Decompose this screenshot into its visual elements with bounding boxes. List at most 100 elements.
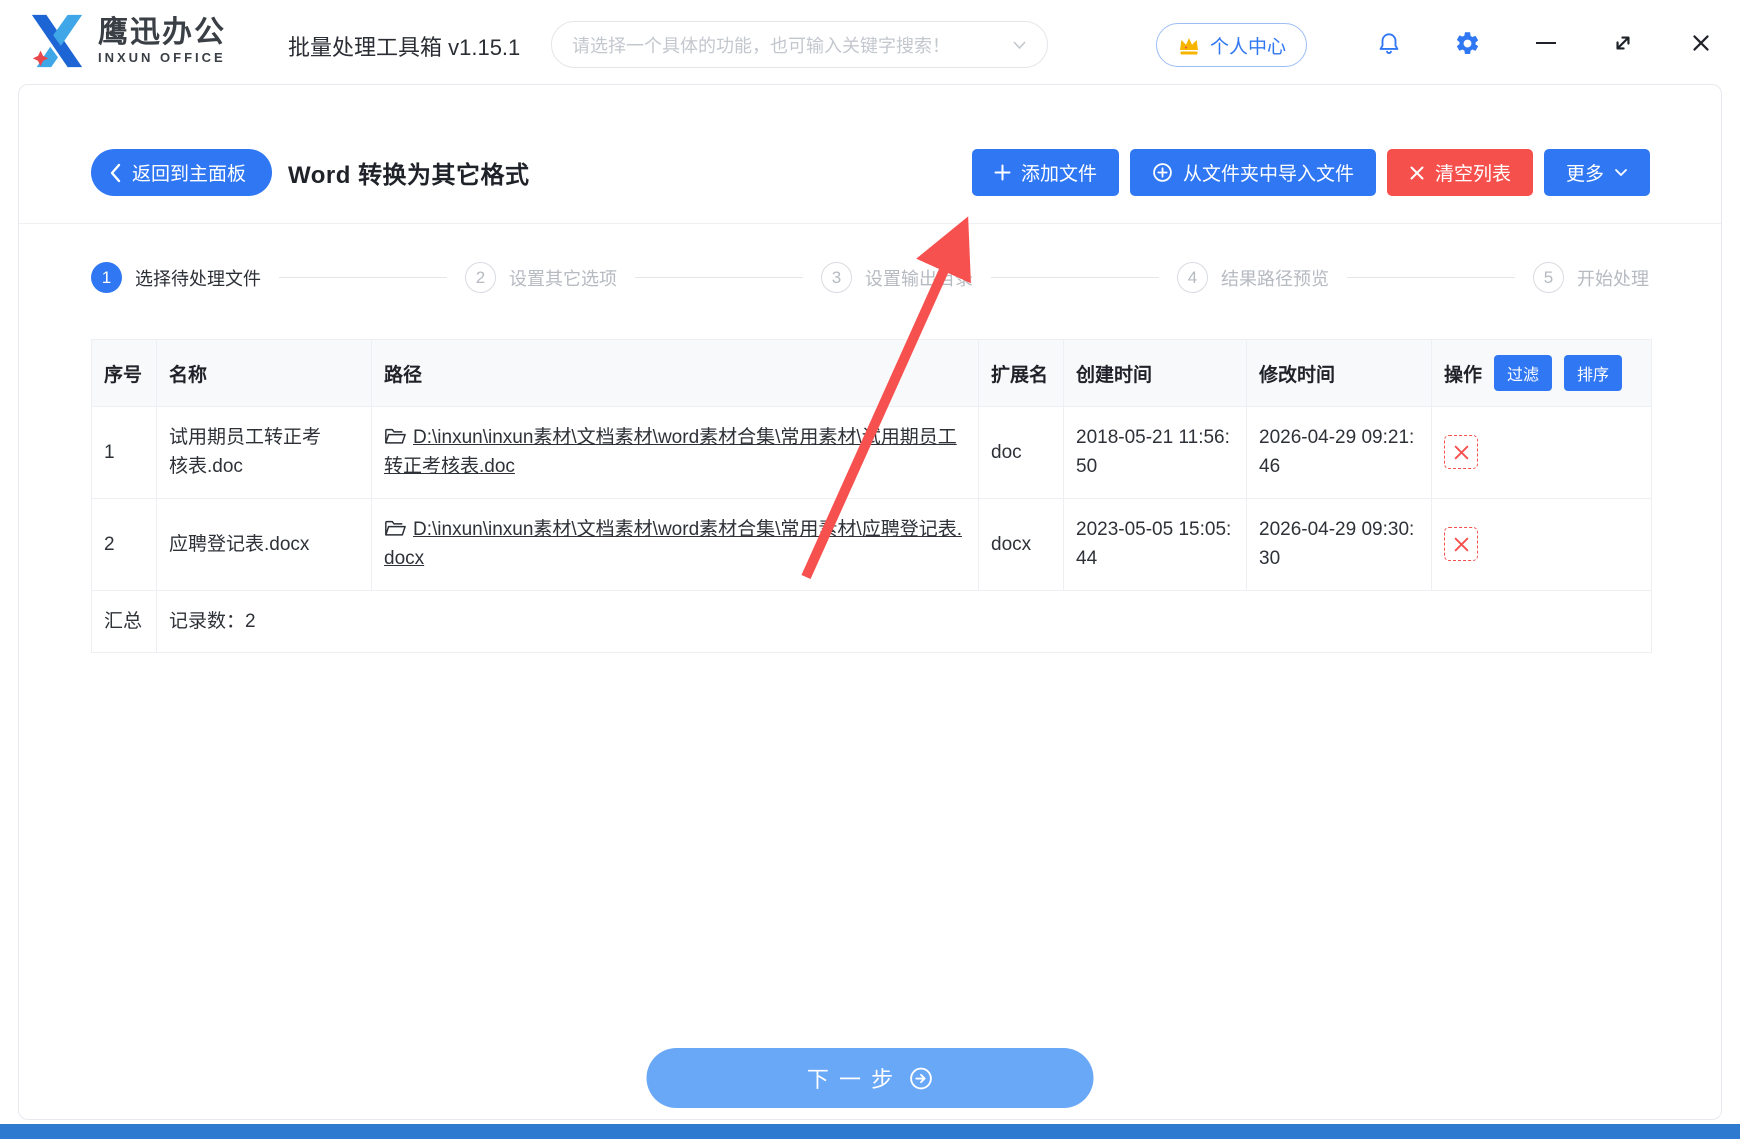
search-placeholder: 请选择一个具体的功能，也可输入关键字搜索！ <box>572 32 1012 58</box>
cell-ext: docx <box>979 498 1064 590</box>
summary-row: 汇总 记录数：2 <box>92 590 1652 652</box>
step-4-label: 结果路径预览 <box>1221 265 1329 291</box>
sort-button[interactable]: 排序 <box>1564 355 1622 391</box>
brand-name-cn: 鹰迅办公 <box>98 17 226 49</box>
brand-name-en: INXUN OFFICE <box>98 50 226 65</box>
table-row: 1 试用期员工转正考核表.doc D:\inxun\inxun素材\文档素材\w… <box>92 407 1652 499</box>
main-panel: 返回到主面板 Word 转换为其它格式 添加文件 从文件夹中导入文件 <box>18 84 1722 1120</box>
gear-icon <box>1454 30 1481 57</box>
background-taskbar <box>0 1124 1740 1139</box>
step-connector <box>991 277 1159 278</box>
step-indicator: 1 选择待处理文件 2 设置其它选项 3 设置输出目录 4 结果路径预览 5 开… <box>91 262 1649 293</box>
cell-name: 试用期员工转正考核表.doc <box>157 407 372 499</box>
brand-logo: 鹰迅办公 INXUN OFFICE <box>28 14 226 68</box>
header-actions-label: 操作 <box>1444 360 1482 387</box>
settings-button[interactable] <box>1452 28 1482 58</box>
notification-bell-button[interactable] <box>1374 28 1404 58</box>
step-4-number: 4 <box>1177 262 1208 293</box>
import-from-folder-button[interactable]: 从文件夹中导入文件 <box>1130 149 1376 196</box>
minimize-icon <box>1536 42 1556 45</box>
bell-icon <box>1376 30 1402 56</box>
header-modified: 修改时间 <box>1247 340 1432 407</box>
x-icon <box>1409 165 1425 181</box>
filter-button[interactable]: 过滤 <box>1494 355 1552 391</box>
minimize-button[interactable] <box>1531 28 1561 58</box>
step-1-number: 1 <box>91 262 122 293</box>
step-3-number: 3 <box>821 262 852 293</box>
header-ext: 扩展名 <box>979 340 1064 407</box>
step-4-result-preview: 4 结果路径预览 <box>1177 262 1329 293</box>
cell-actions <box>1432 407 1652 499</box>
user-center-label: 个人中心 <box>1210 32 1286 59</box>
header-name: 名称 <box>157 340 372 407</box>
expand-icon <box>1611 31 1635 55</box>
inxun-logo-icon <box>28 14 86 68</box>
cell-actions <box>1432 498 1652 590</box>
step-5-number: 5 <box>1533 262 1564 293</box>
cell-modified: 2026-04-29 09:21:46 <box>1247 407 1432 499</box>
step-3-label: 设置输出目录 <box>865 265 973 291</box>
summary-label: 汇总 <box>92 590 157 652</box>
close-button[interactable] <box>1686 28 1716 58</box>
delete-row-button[interactable] <box>1444 435 1478 469</box>
more-label: 更多 <box>1566 159 1604 186</box>
table-row: 2 应聘登记表.docx D:\inxun\inxun素材\文档素材\word素… <box>92 498 1652 590</box>
close-icon <box>1689 31 1713 55</box>
step-1-select-files: 1 选择待处理文件 <box>91 262 261 293</box>
app-window: 鹰迅办公 INXUN OFFICE 批量处理工具箱 v1.15.1 请选择一个具… <box>0 0 1740 1139</box>
delete-row-button[interactable] <box>1444 527 1478 561</box>
cell-index: 1 <box>92 407 157 499</box>
maximize-button[interactable] <box>1608 28 1638 58</box>
plus-icon <box>994 164 1011 181</box>
step-3-output-dir: 3 设置输出目录 <box>821 262 973 293</box>
delete-x-icon <box>1453 536 1470 553</box>
toolbar: 返回到主面板 Word 转换为其它格式 添加文件 从文件夹中导入文件 <box>19 85 1721 196</box>
chevron-down-icon <box>1012 40 1027 50</box>
summary-record-count: 记录数：2 <box>157 590 1652 652</box>
clear-list-button[interactable]: 清空列表 <box>1387 149 1533 196</box>
more-button[interactable]: 更多 <box>1544 149 1650 196</box>
file-path-link[interactable]: D:\inxun\inxun素材\文档素材\word素材合集\常用素材\应聘登记… <box>384 519 962 569</box>
header-actions: 操作 过滤 排序 <box>1432 340 1652 407</box>
chevron-down-icon <box>1614 168 1628 177</box>
search-input[interactable]: 请选择一个具体的功能，也可输入关键字搜索！ <box>551 21 1048 68</box>
crown-icon <box>1177 34 1201 56</box>
step-5-label: 开始处理 <box>1577 265 1649 291</box>
add-files-label: 添加文件 <box>1021 159 1097 186</box>
step-2-number: 2 <box>465 262 496 293</box>
add-files-button[interactable]: 添加文件 <box>972 149 1119 196</box>
cell-name: 应聘登记表.docx <box>157 498 372 590</box>
step-connector <box>1347 277 1515 278</box>
title-bar: 鹰迅办公 INXUN OFFICE 批量处理工具箱 v1.15.1 请选择一个具… <box>0 0 1740 84</box>
file-path-link[interactable]: D:\inxun\inxun素材\文档素材\word素材合集\常用素材\试用期员… <box>384 427 957 477</box>
clear-list-label: 清空列表 <box>1435 159 1511 186</box>
table-header-row: 序号 名称 路径 扩展名 创建时间 修改时间 操作 过滤 排序 <box>92 340 1652 407</box>
header-created: 创建时间 <box>1064 340 1247 407</box>
back-to-dashboard-button[interactable]: 返回到主面板 <box>91 149 272 196</box>
user-center-button[interactable]: 个人中心 <box>1156 23 1307 67</box>
folder-icon <box>384 427 406 446</box>
chevron-left-icon <box>109 163 122 183</box>
cell-modified: 2026-04-29 09:30:30 <box>1247 498 1432 590</box>
cell-created: 2023-05-05 15:05:44 <box>1064 498 1247 590</box>
step-connector <box>279 277 447 278</box>
next-step-label: 下 一 步 <box>807 1062 895 1094</box>
step-2-label: 设置其它选项 <box>509 265 617 291</box>
step-1-label: 选择待处理文件 <box>135 265 261 291</box>
toolbar-actions: 添加文件 从文件夹中导入文件 清空列表 更多 <box>972 149 1650 196</box>
folder-icon <box>384 519 406 538</box>
circle-arrow-right-icon <box>908 1066 933 1091</box>
back-button-label: 返回到主面板 <box>132 159 246 186</box>
next-step-button[interactable]: 下 一 步 <box>647 1048 1094 1108</box>
header-index: 序号 <box>92 340 157 407</box>
cell-index: 2 <box>92 498 157 590</box>
step-connector <box>635 277 803 278</box>
app-title: 批量处理工具箱 v1.15.1 <box>288 30 520 62</box>
cell-ext: doc <box>979 407 1064 499</box>
header-path: 路径 <box>372 340 979 407</box>
step-2-options: 2 设置其它选项 <box>465 262 617 293</box>
cell-created: 2018-05-21 11:56:50 <box>1064 407 1247 499</box>
divider <box>19 223 1721 224</box>
import-from-folder-label: 从文件夹中导入文件 <box>1183 159 1354 186</box>
page-title: Word 转换为其它格式 <box>288 155 530 190</box>
